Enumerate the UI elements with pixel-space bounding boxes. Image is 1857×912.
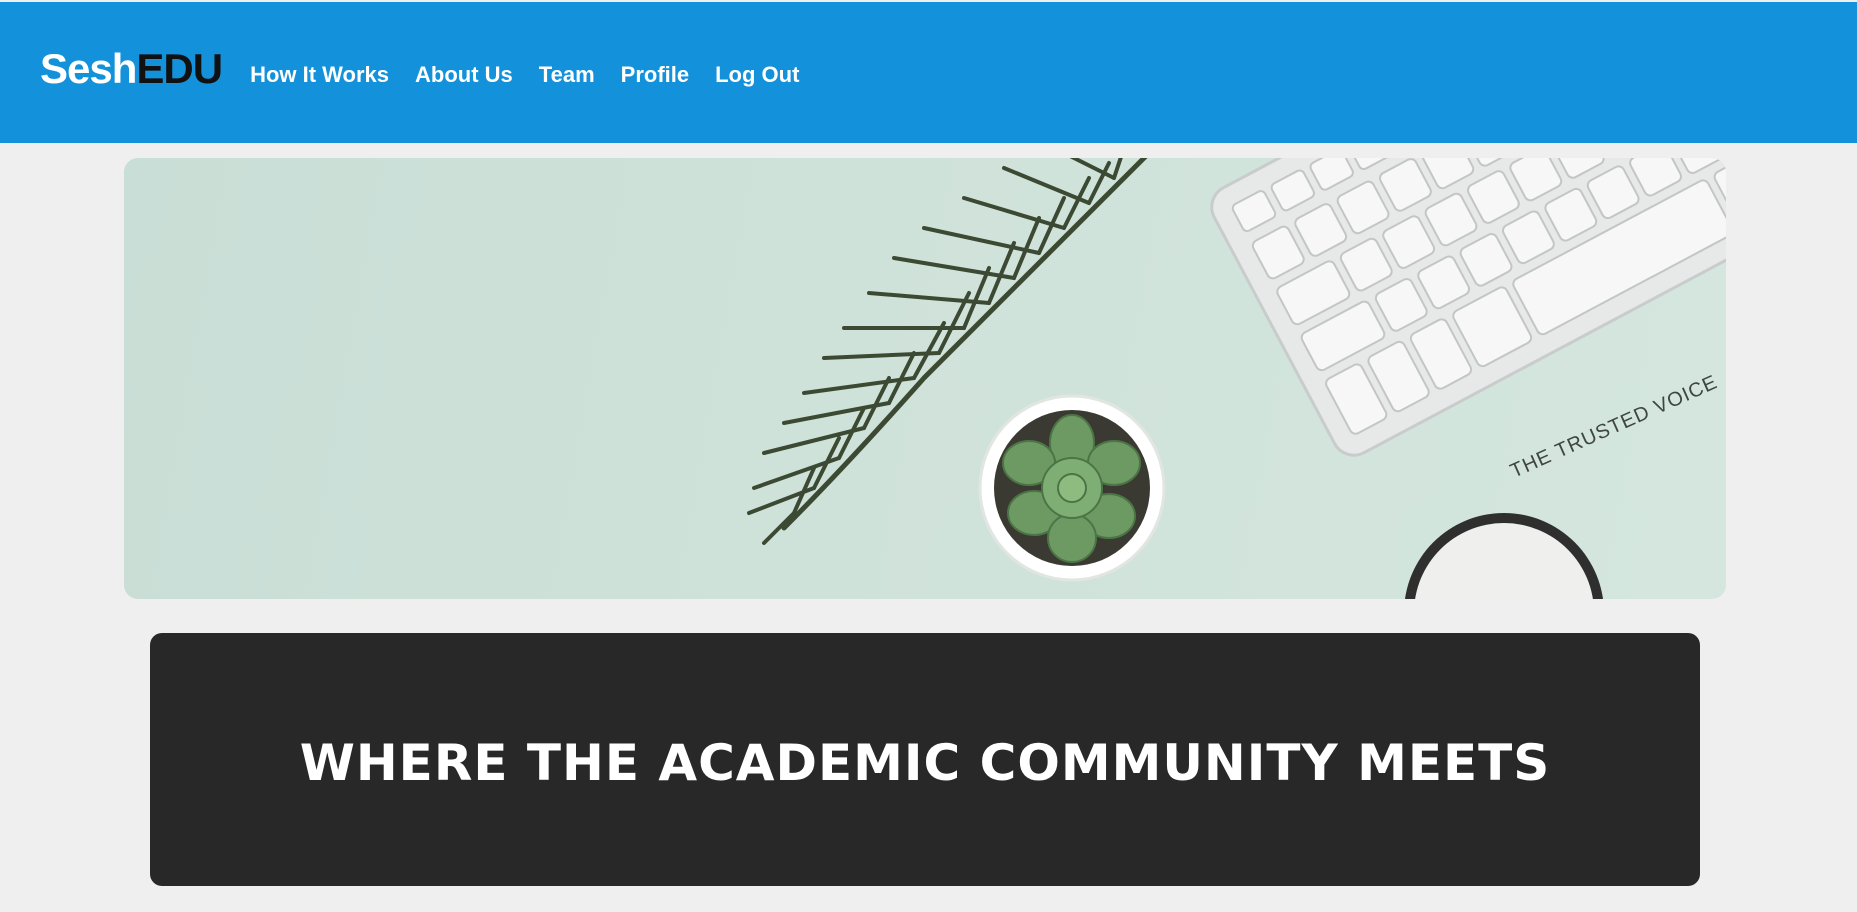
nav-link-how-it-works[interactable]: How It Works [250, 62, 389, 88]
site-logo[interactable]: Sesh EDU [40, 44, 223, 93]
banner-title: WHERE THE ACADEMIC COMMUNITY MEETS [299, 733, 1551, 792]
hero-image: THE TRUSTED VOICE [124, 158, 1726, 599]
nav-links: How It Works About Us Team Profile Log O… [250, 62, 825, 88]
nav-link-log-out[interactable]: Log Out [715, 62, 799, 88]
tagline-banner: WHERE THE ACADEMIC COMMUNITY MEETS [150, 633, 1700, 886]
logo-text-sesh: Sesh [40, 44, 137, 92]
logo-text-edu: EDU [136, 44, 223, 92]
top-navbar: Sesh EDU How It Works About Us Team Profi… [0, 2, 1857, 143]
succulent-plant-icon [978, 394, 1166, 582]
nav-link-about-us[interactable]: About Us [415, 62, 513, 88]
hero-image-caption: THE TRUSTED VOICE [1507, 371, 1721, 482]
nav-link-profile[interactable]: Profile [621, 62, 689, 88]
nav-link-team[interactable]: Team [539, 62, 595, 88]
hero-illustration: THE TRUSTED VOICE [747, 158, 1726, 599]
coffee-cup-icon [1405, 513, 1603, 599]
